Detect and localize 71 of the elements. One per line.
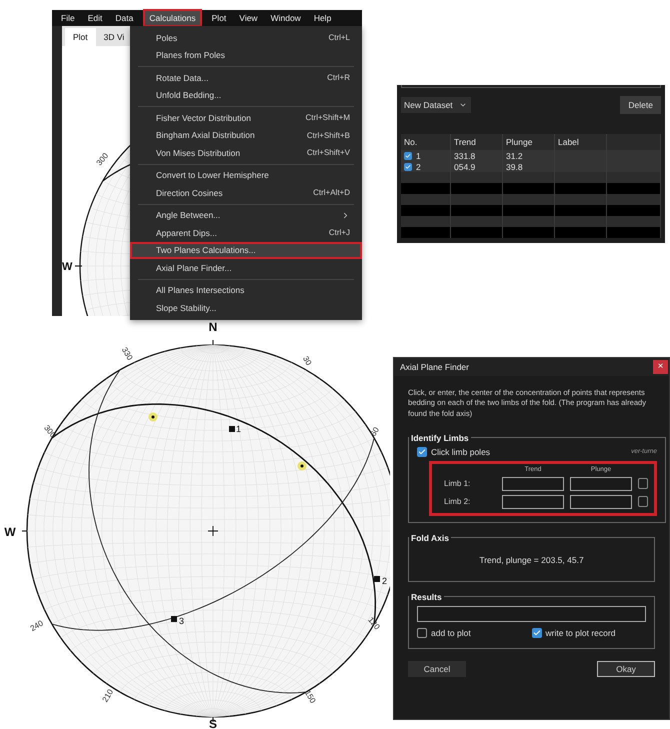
input-field[interactable] bbox=[570, 476, 632, 491]
checkbox[interactable] bbox=[404, 162, 412, 170]
row-number: 1 bbox=[416, 150, 421, 160]
dialog-button[interactable]: Cancel bbox=[408, 660, 466, 677]
input-field[interactable] bbox=[417, 606, 646, 622]
menu-bar-item[interactable]: View bbox=[233, 9, 264, 27]
azimuth-label: 210 bbox=[100, 688, 116, 704]
checkbox[interactable] bbox=[532, 628, 542, 638]
input-field[interactable] bbox=[502, 476, 564, 491]
point-label: 2 bbox=[382, 576, 388, 586]
menu-item[interactable]: Slope Stability... bbox=[130, 299, 362, 316]
dialog-button[interactable]: Okay bbox=[597, 660, 655, 677]
row-number: 2 bbox=[416, 162, 421, 172]
azimuth-label: 120 bbox=[366, 615, 382, 632]
menu-item[interactable]: All Planes Intersections bbox=[130, 282, 362, 299]
close-button[interactable]: × bbox=[653, 360, 668, 374]
menu-item[interactable]: Von Mises Distribution Ctrl+Shift+V bbox=[130, 144, 362, 162]
fold-axis-result: Trend, plunge = 203.5, 45.7 bbox=[478, 554, 585, 567]
menu-item[interactable]: Direction Cosines Ctrl+Alt+D bbox=[130, 184, 362, 202]
input-field[interactable] bbox=[502, 494, 564, 509]
checkbox-label[interactable]: Click limb poles bbox=[417, 446, 490, 457]
compass-label: S bbox=[209, 717, 217, 729]
menu-bar-item[interactable]: Data bbox=[109, 9, 140, 27]
menu-item[interactable]: Poles Ctrl+L bbox=[130, 29, 362, 46]
checkbox-label[interactable]: add to plot bbox=[417, 628, 532, 638]
menu-bar-item[interactable]: Help bbox=[308, 9, 338, 27]
menu-item[interactable]: Unfold Bedding... bbox=[130, 86, 362, 104]
tab[interactable]: Plot bbox=[65, 28, 96, 46]
azimuth-label: 30 bbox=[301, 354, 314, 367]
menu-item[interactable]: Angle Between... bbox=[130, 206, 362, 224]
azimuth-label: 60 bbox=[368, 426, 381, 438]
compass-label: W bbox=[62, 261, 72, 273]
field-label: Limb 1: bbox=[443, 479, 472, 488]
checkbox[interactable] bbox=[638, 496, 648, 508]
menu-item[interactable]: Convert to Lower Hemisphere bbox=[130, 166, 362, 184]
group-title: Results bbox=[410, 592, 443, 602]
azimuth-label: 240 bbox=[28, 618, 45, 634]
menu-item[interactable]: Axial Plane Finder... bbox=[130, 259, 362, 276]
menu-item[interactable]: Fisher Vector Distribution Ctrl+Shift+M bbox=[130, 109, 362, 126]
group-title: Fold Axis bbox=[410, 532, 450, 543]
checkbox[interactable] bbox=[417, 446, 427, 457]
compass-label: N bbox=[208, 320, 218, 334]
menu-item[interactable]: Rotate Data... Ctrl+R bbox=[130, 69, 362, 86]
menu-bar-item[interactable]: File bbox=[55, 9, 81, 27]
menu-bar-item[interactable]: Window bbox=[264, 9, 307, 27]
menu-bar-item[interactable]: Edit bbox=[82, 9, 108, 27]
delete-button[interactable]: Delete bbox=[620, 96, 661, 114]
input-field[interactable] bbox=[570, 494, 632, 509]
field-label: Limb 2: bbox=[443, 497, 472, 506]
compass-label: W bbox=[4, 525, 16, 539]
point-label: 1 bbox=[236, 424, 242, 434]
azimuth-label: 150 bbox=[302, 688, 318, 705]
menu-item[interactable]: Bingham Axial Distribution Ctrl+Shift+B bbox=[130, 126, 362, 144]
dropdown-caret-icon bbox=[458, 101, 467, 109]
checkbox[interactable] bbox=[404, 152, 412, 160]
azimuth-label: 300 bbox=[42, 423, 58, 440]
chevron-right-icon bbox=[341, 210, 350, 220]
point-label: 3 bbox=[179, 616, 184, 626]
menu-item[interactable]: Two Planes Calculations... bbox=[130, 242, 362, 259]
checkbox[interactable] bbox=[638, 478, 648, 490]
menu-item[interactable]: Apparent Dips... Ctrl+J bbox=[130, 224, 362, 242]
group-title: Identify Limbs bbox=[410, 432, 470, 443]
dataset-dropdown[interactable]: New Dataset bbox=[401, 97, 471, 113]
checkbox-label[interactable]: write to plot record bbox=[532, 628, 646, 638]
menu-bar-item[interactable]: Plot bbox=[206, 9, 232, 27]
dialog-title: Axial Plane Finder bbox=[400, 362, 469, 372]
checkbox[interactable] bbox=[417, 628, 427, 638]
menu-item[interactable]: Planes from Poles bbox=[130, 46, 362, 64]
azimuth-label: 300 bbox=[94, 151, 110, 168]
menu-bar-item[interactable]: Calculations bbox=[143, 9, 202, 27]
azimuth-label: 330 bbox=[120, 346, 134, 362]
